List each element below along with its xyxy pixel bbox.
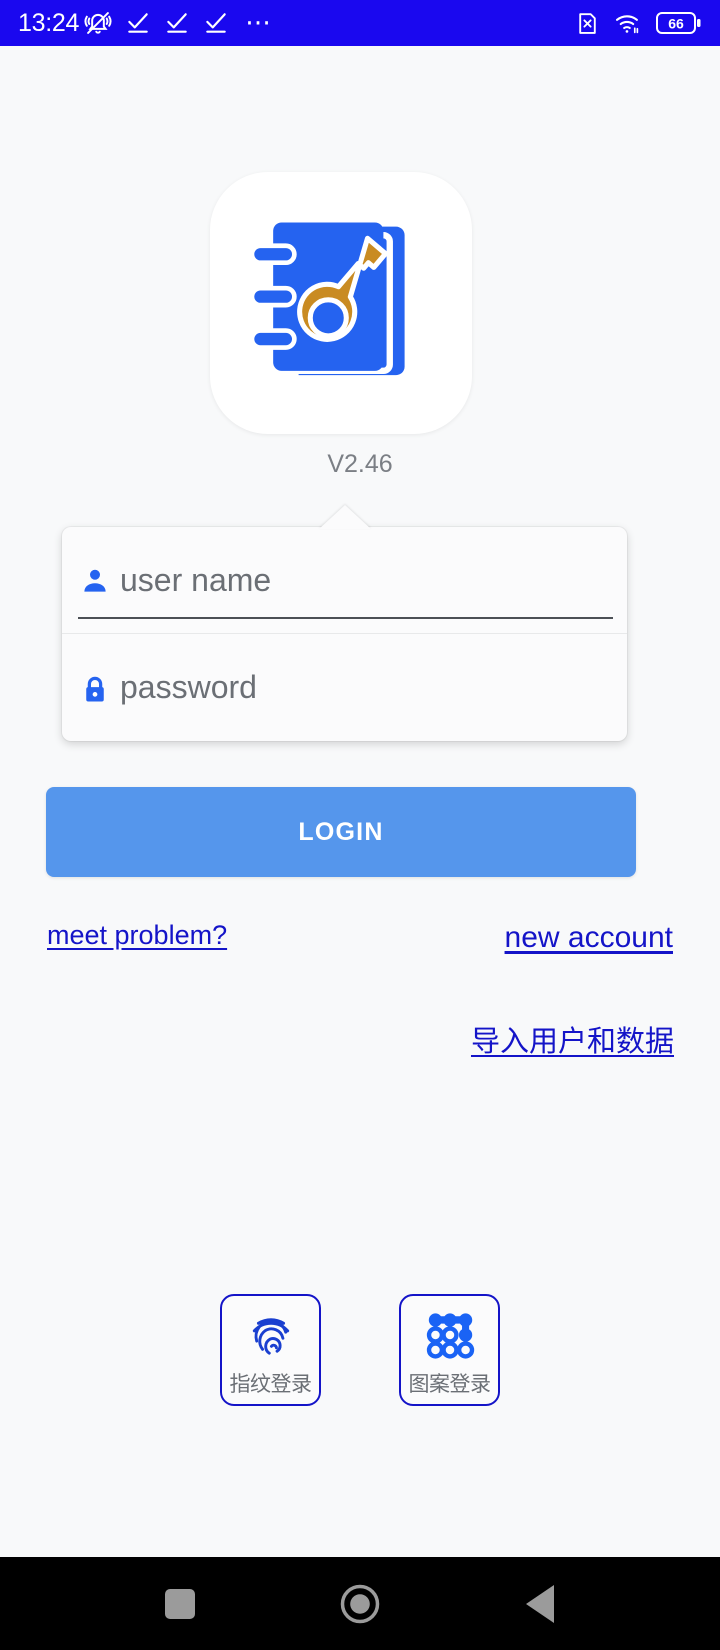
status-bar-left: 13:24 ⋯: [18, 9, 575, 37]
password-placeholder: password: [120, 669, 257, 705]
pattern-lock-icon: [423, 1305, 477, 1365]
battery-icon: 66: [656, 10, 702, 36]
back-triangle-icon[interactable]: [495, 1574, 585, 1634]
fingerprint-login-label: 指纹登录: [229, 1373, 313, 1396]
pattern-login-button[interactable]: 图案登录: [399, 1294, 500, 1406]
status-bar-right: 66: [575, 10, 702, 36]
pattern-login-label: 图案登录: [408, 1373, 492, 1396]
bell-muted-icon: [84, 9, 112, 37]
username-field[interactable]: user name: [62, 527, 627, 634]
fingerprint-icon: [245, 1305, 297, 1365]
username-underline: [78, 617, 613, 619]
battery-level-text: 66: [668, 16, 684, 32]
home-circle-icon[interactable]: [315, 1574, 405, 1634]
more-dots-icon: ⋯: [245, 7, 274, 38]
task-check-icon: [125, 10, 151, 36]
recents-square-icon[interactable]: [135, 1574, 225, 1634]
wifi-icon: [614, 11, 642, 36]
notebook-key-app-icon: [210, 172, 472, 434]
person-icon: [80, 566, 118, 596]
status-bar-clock: 13:24: [18, 8, 80, 37]
new-account-link[interactable]: new account: [505, 921, 673, 955]
lock-icon: [80, 674, 118, 704]
password-field[interactable]: password: [62, 634, 627, 741]
status-bar: 13:24 ⋯ 66: [0, 0, 720, 46]
task-check-icon: [164, 10, 190, 36]
login-card: user name password: [62, 527, 627, 741]
fingerprint-login-button[interactable]: 指纹登录: [220, 1294, 321, 1406]
import-user-data-link[interactable]: 导入用户和数据: [471, 1018, 674, 1060]
android-nav-bar: [0, 1557, 720, 1650]
biometric-login-row: 指纹登录 图案登录: [0, 1294, 720, 1406]
sim-no-service-icon: [575, 11, 600, 36]
login-screen: 13:24 ⋯ 66 V2.46 user name password LOGI…: [0, 0, 720, 1650]
task-check-icon: [203, 10, 229, 36]
card-pointer-arrow: [318, 505, 371, 529]
login-button[interactable]: LOGIN: [46, 787, 636, 877]
meet-problem-link[interactable]: meet problem?: [47, 920, 227, 951]
app-version-label: V2.46: [327, 450, 393, 478]
username-placeholder: user name: [120, 561, 272, 598]
